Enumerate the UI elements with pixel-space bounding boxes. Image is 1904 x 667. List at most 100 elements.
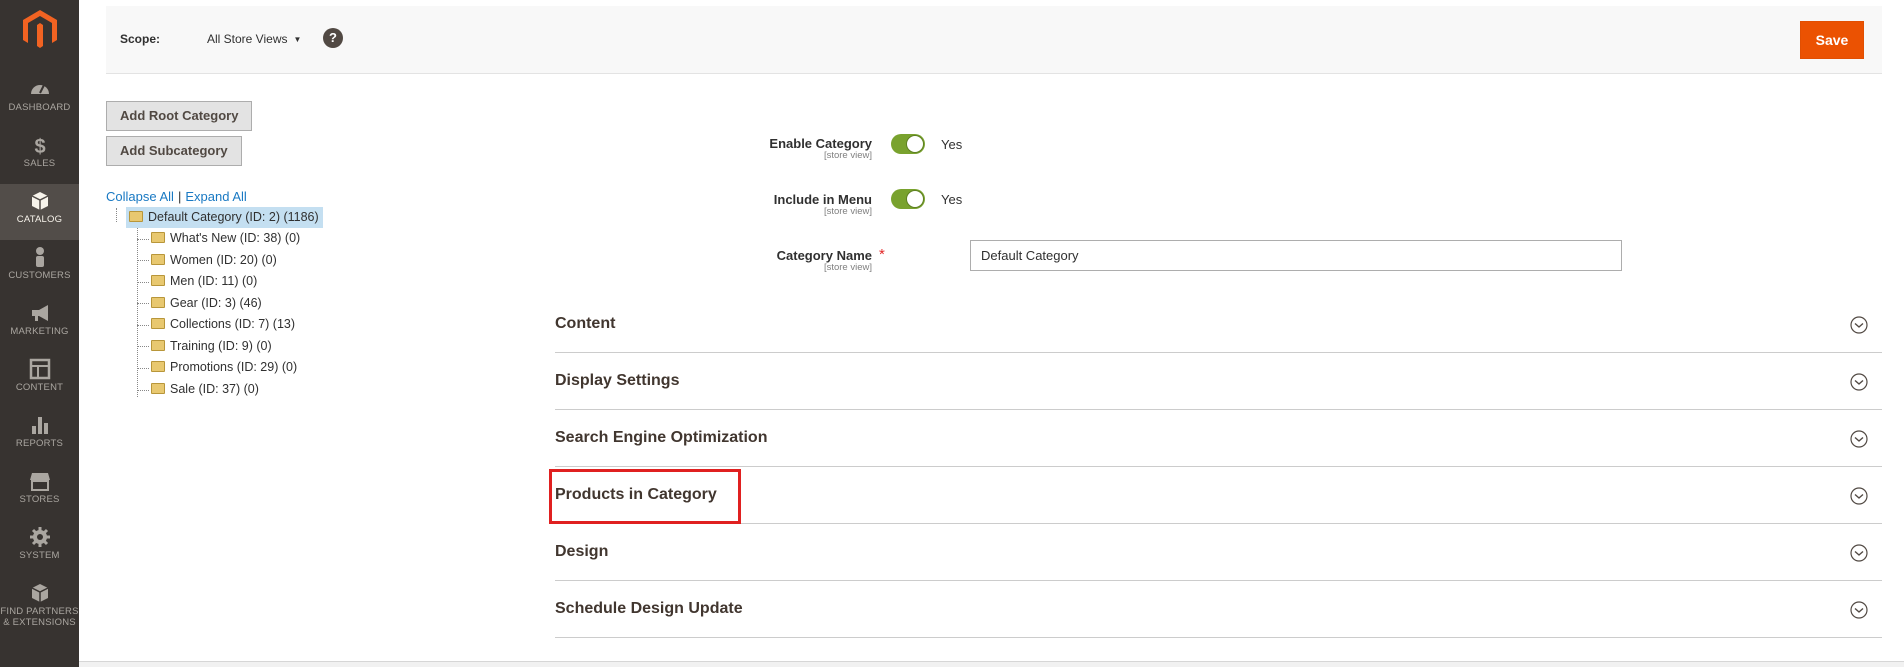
folder-icon — [151, 254, 165, 265]
page-actions-bar: Scope: All Store Views ▼ ? Save — [106, 6, 1882, 74]
highlight-box — [549, 469, 741, 524]
field-scope: [store view] — [823, 206, 872, 217]
tree-node[interactable]: Men (ID: 11) (0) — [151, 271, 257, 292]
chevron-down-icon — [1850, 544, 1868, 562]
section-products-in-category[interactable]: Products in Category — [555, 467, 1882, 524]
footer-divider — [79, 661, 1904, 667]
nav-content[interactable]: CONTENT — [0, 352, 79, 408]
admin-sidebar: DASHBOARD $ SALES CATALOG CUSTOMERS MARK… — [0, 0, 79, 667]
tree-node-label: Collections (ID: 7) (13) — [170, 317, 296, 331]
nav-label: SALES — [23, 158, 56, 169]
tree-line — [137, 390, 149, 391]
folder-icon — [151, 297, 165, 308]
field-title: Include in Menu — [773, 192, 872, 207]
tree-line — [137, 303, 149, 304]
separator: | — [177, 189, 182, 204]
nav-label: MARKETING — [10, 326, 69, 337]
enable-category-label: Enable Category [store view] — [672, 136, 872, 161]
section-content[interactable]: Content — [555, 296, 1882, 353]
nav-label: FIND PARTNERS — [0, 606, 79, 617]
add-subcategory-button[interactable]: Add Subcategory — [106, 136, 242, 166]
section-title: Schedule Design Update — [555, 600, 743, 617]
category-name-label: Category Name [store view] — [672, 248, 872, 273]
nav-label: REPORTS — [15, 438, 64, 449]
section-seo[interactable]: Search Engine Optimization — [555, 410, 1882, 467]
tree-node-label: Training (ID: 9) (0) — [170, 339, 272, 353]
field-title: Enable Category — [769, 136, 872, 151]
chevron-down-icon — [1850, 601, 1868, 619]
box-icon — [31, 584, 48, 602]
tree-controls: Collapse All | Expand All — [106, 189, 247, 204]
toggle-knob — [906, 190, 924, 208]
tree-node[interactable]: What's New (ID: 38) (0) — [151, 228, 300, 249]
nav-label: SYSTEM — [19, 550, 60, 561]
enable-category-toggle[interactable] — [891, 134, 925, 154]
dashboard-icon — [30, 84, 49, 94]
save-button[interactable]: Save — [1800, 21, 1864, 59]
magento-logo-icon[interactable] — [22, 10, 58, 50]
tree-node[interactable]: Sale (ID: 37) (0) — [151, 379, 259, 400]
scope-switcher[interactable]: All Store Views ▼ — [207, 32, 301, 46]
enable-category-value: Yes — [941, 137, 963, 152]
megaphone-icon — [31, 305, 48, 321]
folder-icon — [129, 211, 143, 222]
folder-icon — [151, 383, 165, 394]
tree-line — [137, 228, 138, 397]
svg-text:$: $ — [34, 136, 45, 156]
include-in-menu-label: Include in Menu [store view] — [672, 192, 872, 217]
nav-stores[interactable]: STORES — [0, 464, 79, 520]
nav-catalog[interactable]: CATALOG — [0, 184, 79, 240]
tree-line — [137, 368, 149, 369]
tree-line — [137, 260, 149, 261]
section-schedule-design-update[interactable]: Schedule Design Update — [555, 581, 1882, 638]
person-icon — [35, 247, 44, 267]
gear-icon — [29, 527, 50, 547]
nav-sales[interactable]: $ SALES — [0, 128, 79, 184]
section-title: Search Engine Optimization — [555, 429, 768, 446]
field-title: Category Name — [776, 248, 872, 263]
folder-icon — [151, 232, 165, 243]
required-asterisk: * — [879, 246, 885, 263]
nav-customers[interactable]: CUSTOMERS — [0, 240, 79, 296]
category-name-input[interactable] — [970, 240, 1622, 271]
tree-node-root[interactable]: Default Category (ID: 2) (1186) — [126, 207, 323, 228]
include-in-menu-toggle[interactable] — [891, 189, 925, 209]
nav-dashboard[interactable]: DASHBOARD — [0, 72, 79, 128]
add-root-category-button[interactable]: Add Root Category — [106, 101, 253, 131]
caret-down-icon: ▼ — [293, 35, 302, 44]
tree-node[interactable]: Women (ID: 20) (0) — [151, 250, 277, 271]
tree-node[interactable]: Collections (ID: 7) (13) — [151, 314, 295, 335]
nav-label: CUSTOMERS — [8, 270, 71, 281]
bar-chart-icon — [31, 417, 48, 434]
dollar-icon: $ — [34, 136, 45, 156]
nav-marketing[interactable]: MARKETING — [0, 296, 79, 352]
tree-node-label: Women (ID: 20) (0) — [170, 253, 277, 267]
nav-find-partners[interactable]: FIND PARTNERS & EXTENSIONS — [0, 576, 79, 644]
tree-node[interactable]: Promotions (ID: 29) (0) — [151, 357, 297, 378]
chevron-down-icon — [1850, 487, 1868, 505]
section-design[interactable]: Design — [555, 524, 1882, 581]
layout-icon — [29, 358, 50, 380]
expand-all-link[interactable]: Expand All — [185, 189, 246, 204]
folder-icon — [151, 361, 165, 372]
chevron-down-icon — [1850, 430, 1868, 448]
tree-node[interactable]: Training (ID: 9) (0) — [151, 336, 272, 357]
collapse-all-link[interactable]: Collapse All — [106, 189, 174, 204]
help-icon[interactable]: ? — [323, 28, 343, 48]
tree-node-label: Sale (ID: 37) (0) — [170, 382, 259, 396]
tree-line — [116, 208, 117, 222]
section-display-settings[interactable]: Display Settings — [555, 353, 1882, 410]
chevron-down-icon — [1850, 316, 1868, 334]
tree-node-label: What's New (ID: 38) (0) — [170, 231, 301, 245]
section-title: Content — [555, 315, 616, 332]
nav-system[interactable]: SYSTEM — [0, 520, 79, 576]
folder-icon — [151, 340, 165, 351]
tree-node-label: Men (ID: 11) (0) — [170, 274, 258, 288]
tree-node-label: Default Category (ID: 2) (1186) — [148, 210, 319, 224]
tree-line — [137, 325, 149, 326]
tree-line — [137, 282, 149, 283]
tree-node[interactable]: Gear (ID: 3) (46) — [151, 293, 262, 314]
nav-reports[interactable]: REPORTS — [0, 408, 79, 464]
scope-value: All Store Views — [207, 32, 288, 46]
include-in-menu-value: Yes — [941, 192, 963, 207]
